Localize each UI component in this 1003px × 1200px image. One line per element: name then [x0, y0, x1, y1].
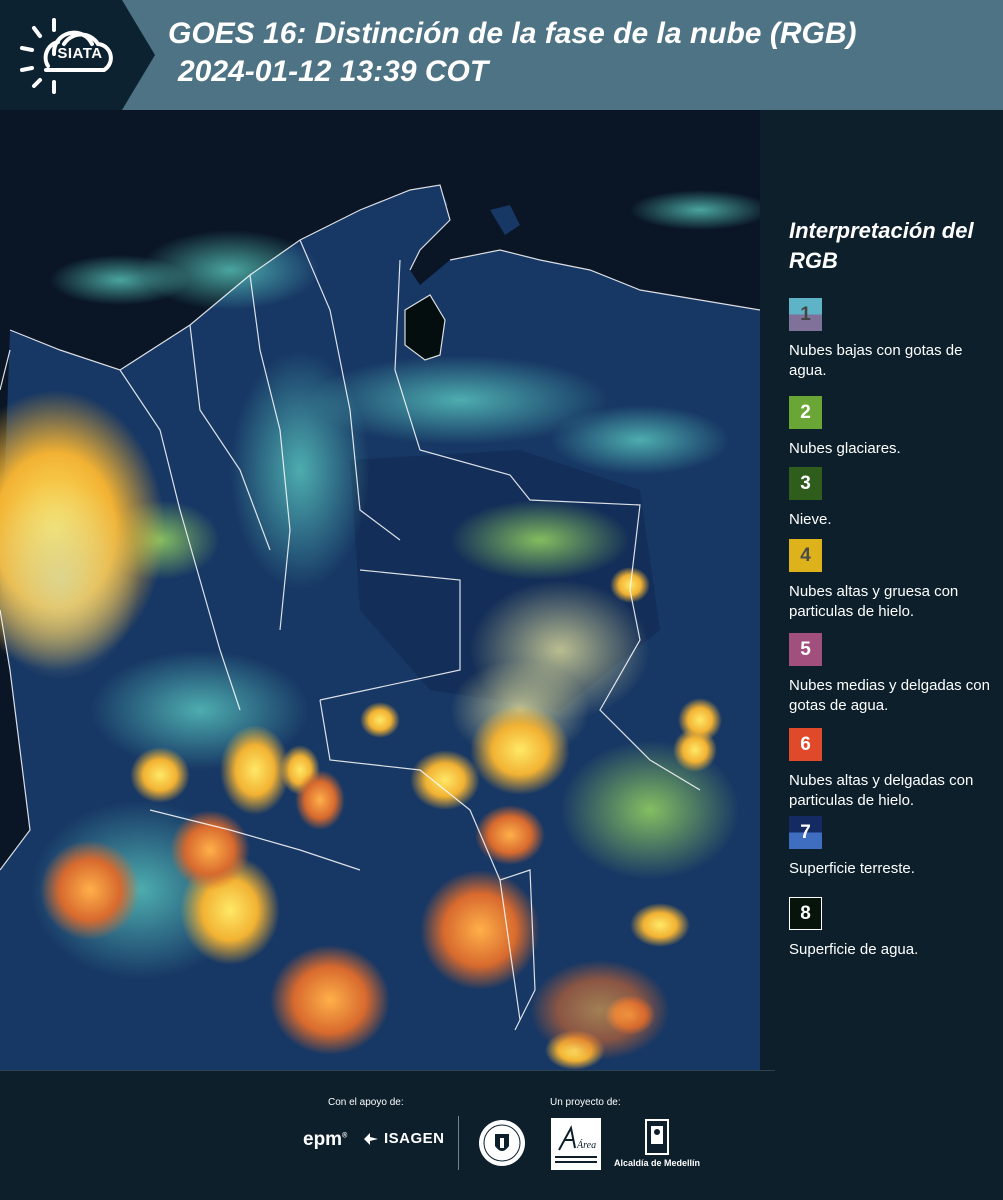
legend-number: 4 [800, 544, 811, 566]
footer: Con el apoyo de: Un proyecto de: epm® IS… [0, 1070, 1003, 1200]
header-banner: SIATA GOES 16: Distinción de la fase de … [0, 0, 1003, 110]
legend-number: 1 [800, 303, 811, 325]
area-logo-text: Área [576, 1139, 596, 1151]
legend-item: 3 Nieve. [789, 467, 999, 530]
isagen-logo: ISAGEN [362, 1130, 445, 1147]
legend-description: Nubes altas y gruesa con particulas de h… [789, 583, 959, 620]
legend-swatch: 8 [789, 897, 822, 930]
legend-number: 5 [800, 638, 811, 660]
legend-swatch: 3 [789, 467, 822, 500]
isagen-icon [364, 1132, 378, 1145]
area-metropolitana-logo: Área [551, 1118, 601, 1170]
legend-description: Nubes altas y delgadas con particulas de… [789, 772, 974, 809]
legend-swatch: 6 [789, 728, 822, 761]
legend-description: Nubes bajas con gotas de agua. [789, 342, 963, 379]
legend-item: 8 Superficie de agua. [789, 897, 999, 960]
university-seal-icon [479, 1120, 525, 1166]
legend-swatch: 7 [789, 816, 822, 849]
legend-item: 4 Nubes altas y gruesa con particulas de … [789, 539, 999, 622]
satellite-map [0, 110, 760, 1070]
epm-logo: epm® [303, 1129, 348, 1150]
footer-vertical-divider [458, 1116, 459, 1170]
legend-title: Interpretación del RGB [789, 218, 974, 273]
project-label: Un proyecto de: [550, 1097, 621, 1108]
legend-item: 5 Nubes medias y delgadas con gotas de ag… [789, 633, 999, 716]
legend-description: Superficie terreste. [789, 860, 915, 877]
coat-of-arms-icon [645, 1119, 669, 1155]
legend-description: Nubes glaciares. [789, 440, 901, 457]
legend-swatch: 5 [789, 633, 822, 666]
legend-description: Nubes medias y delgadas con gotas de agu… [789, 677, 990, 714]
legend-item: 6 Nubes altas y delgadas con particulas d… [789, 728, 999, 811]
legend-description: Nieve. [789, 511, 832, 528]
isagen-logo-text: ISAGEN [384, 1130, 445, 1147]
page-title: GOES 16: Distinción de la fase de la nub… [168, 17, 857, 50]
rgb-composite-image [0, 110, 760, 1070]
legend-number: 3 [800, 472, 811, 494]
legend-number: 7 [800, 821, 811, 843]
legend-number: 2 [800, 401, 811, 423]
legend-description: Superficie de agua. [789, 941, 919, 958]
support-label: Con el apoyo de: [328, 1097, 404, 1108]
legend-number: 6 [800, 733, 811, 755]
legend-swatch: 4 [789, 539, 822, 572]
logo-text: SIATA [57, 45, 103, 62]
legend-item: 7 Superficie terreste. [789, 816, 999, 879]
legend-item: 2 Nubes glaciares. [789, 396, 999, 459]
alcaldia-logo: Alcaldía de Medellín [612, 1118, 702, 1172]
legend-swatch: 2 [789, 396, 822, 429]
footer-divider-line [0, 1070, 775, 1071]
legend-swatch: 1 [789, 298, 822, 331]
siata-logo: SIATA [0, 0, 155, 110]
epm-logo-text: epm [303, 1129, 343, 1150]
legend-item: 1 Nubes bajas con gotas de agua. [789, 298, 999, 381]
alcaldia-text: Alcaldía de Medellín [613, 1158, 701, 1168]
legend-number: 8 [800, 902, 811, 924]
timestamp: 2024-01-12 13:39 COT [178, 55, 489, 88]
